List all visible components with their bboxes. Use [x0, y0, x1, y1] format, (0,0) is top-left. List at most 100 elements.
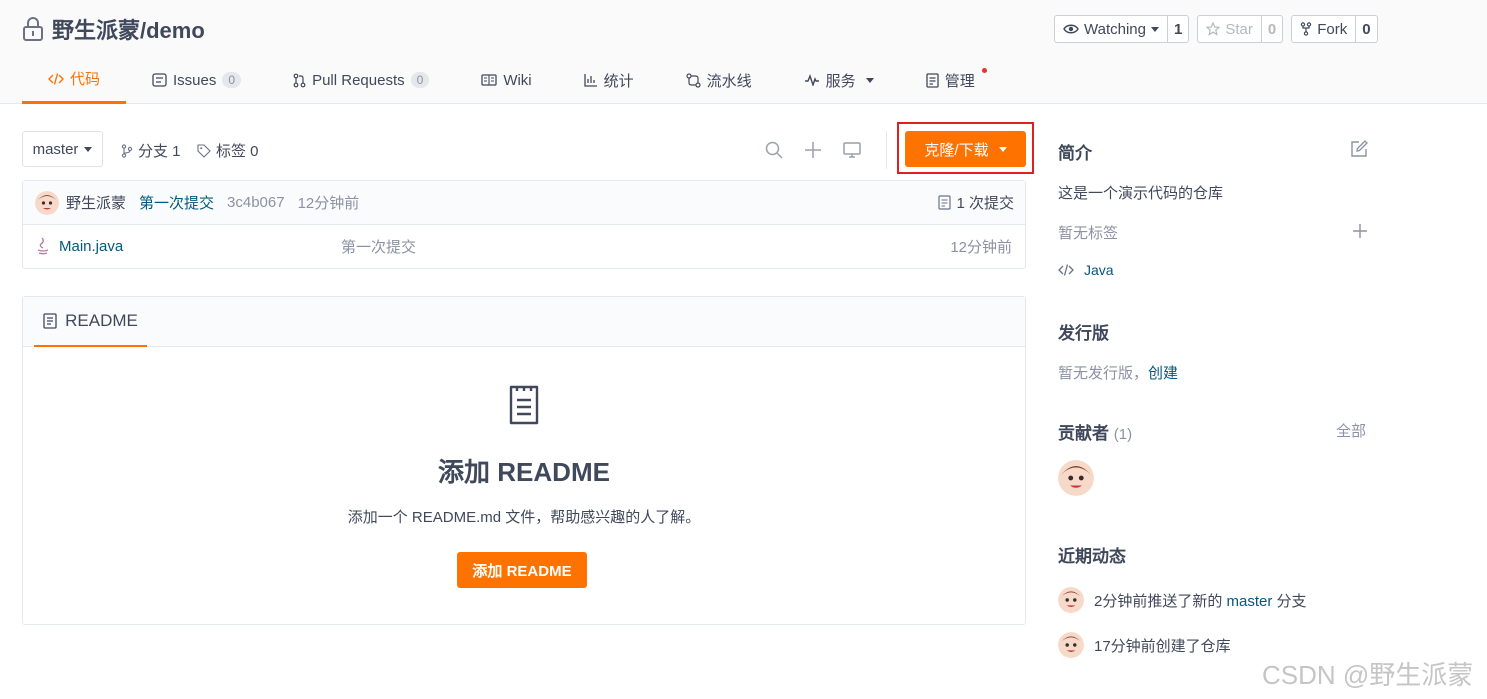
chevron-down-icon — [1150, 26, 1159, 32]
tags-link[interactable]: 标签 0 — [197, 140, 259, 161]
pulse-icon — [804, 74, 819, 86]
no-tags-text: 暂无标签 — [1058, 225, 1119, 242]
intro-heading: 简介 — [1058, 144, 1092, 163]
chevron-down-icon — [998, 146, 1007, 152]
pipeline-icon — [686, 72, 701, 88]
star-icon — [1206, 22, 1221, 36]
avatar[interactable] — [35, 190, 59, 215]
plus-icon[interactable] — [803, 140, 823, 160]
search-icon[interactable] — [764, 140, 784, 160]
branch-icon — [121, 143, 133, 158]
file-commit-message[interactable]: 第一次提交 — [341, 236, 416, 257]
commits-count-link[interactable]: 1 次提交 — [938, 192, 1014, 213]
file-list: 野生派蒙 第一次提交 3c4b067 12分钟前 1 次提交 Main.java… — [22, 180, 1026, 269]
watch-count[interactable]: 1 — [1168, 16, 1188, 42]
code-icon — [1058, 264, 1074, 276]
no-release-text: 暂无发行版， — [1058, 365, 1149, 382]
readme-header: README — [23, 297, 1025, 347]
tab-pipeline[interactable]: 流水线 — [660, 58, 778, 102]
chevron-down-icon — [84, 146, 93, 152]
wiki-icon — [481, 74, 497, 86]
tab-services[interactable]: 服务 — [778, 58, 900, 102]
branch-select[interactable]: master — [22, 131, 103, 167]
clone-download-button[interactable]: 克隆/下载 — [905, 131, 1026, 167]
branch-name: master — [32, 140, 79, 158]
web-ide-icon[interactable] — [842, 140, 862, 160]
commit-hash[interactable]: 3c4b067 — [227, 194, 285, 211]
eye-icon — [1063, 24, 1079, 34]
code-icon — [48, 72, 64, 85]
repo-name[interactable]: 野生派蒙/demo — [52, 13, 205, 45]
star-button[interactable]: Star 0 — [1197, 15, 1284, 43]
branches-label: 分支 1 — [138, 143, 181, 160]
watch-button[interactable]: Watching 1 — [1054, 15, 1190, 43]
tab-manage[interactable]: 管理 — [900, 58, 1001, 102]
activity-branch-link[interactable]: master — [1227, 593, 1273, 610]
readme-panel: README 添加 README 添加一个 README.md 文件，帮助感兴趣… — [22, 296, 1026, 625]
repo-tabs: 代码 Issues 0 Pull Requests 0 Wiki 统计 流水线 … — [22, 58, 1001, 104]
add-readme-button[interactable]: 添加 README — [457, 552, 587, 588]
chevron-down-icon — [865, 77, 874, 83]
commit-author[interactable]: 野生派蒙 — [66, 192, 126, 213]
file-name[interactable]: Main.java — [59, 238, 123, 255]
tab-code[interactable]: 代码 — [22, 58, 127, 104]
avatar[interactable] — [1058, 587, 1084, 613]
fork-button[interactable]: Fork 0 — [1291, 15, 1378, 43]
tab-readme[interactable]: README — [34, 297, 147, 347]
contributors-count: (1) — [1113, 426, 1133, 443]
edit-icon[interactable] — [1350, 140, 1368, 158]
list-item: 17分钟前创建了仓库 — [1058, 632, 1231, 658]
tab-issues[interactable]: Issues 0 — [126, 58, 267, 102]
plus-icon[interactable] — [1352, 223, 1368, 239]
repo-actions: Watching 1 Star 0 Fork 0 — [1054, 15, 1378, 43]
tab-pull-requests[interactable]: Pull Requests 0 — [267, 58, 455, 102]
commits-count: 1 次提交 — [956, 195, 1014, 212]
tags-label: 标签 0 — [216, 143, 259, 160]
branches-link[interactable]: 分支 1 — [121, 140, 181, 161]
contributors-heading: 贡献者 (1) — [1058, 419, 1132, 444]
file-commit-time: 12分钟前 — [950, 239, 1012, 256]
all-contributors-link[interactable]: 全部 — [1336, 420, 1366, 441]
readme-empty-description: 添加一个 README.md 文件，帮助感兴趣的人了解。 — [347, 509, 701, 526]
repo-description: 这是一个演示代码的仓库 — [1058, 185, 1224, 202]
chart-icon — [583, 74, 597, 87]
fork-icon — [1300, 22, 1312, 36]
tab-label: 服务 — [825, 72, 856, 90]
language-label: Java — [1084, 262, 1114, 278]
latest-commit-row: 野生派蒙 第一次提交 3c4b067 12分钟前 1 次提交 — [23, 181, 1025, 225]
language-tag[interactable]: Java — [1058, 262, 1114, 278]
tab-label: 管理 — [944, 72, 975, 90]
star-label: Star — [1225, 20, 1253, 38]
activity-text: 17分钟前创建了仓库 — [1094, 637, 1231, 655]
readme-empty-title: 添加 README — [438, 457, 610, 487]
create-release-link[interactable]: 创建 — [1148, 365, 1178, 382]
readme-tab-label: README — [65, 311, 138, 330]
tab-label: 代码 — [70, 71, 101, 88]
commit-message[interactable]: 第一次提交 — [139, 192, 214, 213]
repo-title: 野生派蒙/demo — [22, 13, 205, 45]
fork-count[interactable]: 0 — [1356, 16, 1376, 42]
avatar[interactable] — [1058, 632, 1084, 658]
tab-stats[interactable]: 统计 — [558, 58, 660, 102]
activity-heading: 近期动态 — [1058, 547, 1126, 566]
lock-icon — [23, 17, 43, 41]
tab-label: Pull Requests — [312, 71, 405, 89]
tag-icon — [197, 143, 211, 158]
clone-label: 克隆/下载 — [924, 141, 989, 159]
issues-count-badge: 0 — [222, 72, 242, 88]
notification-dot — [981, 68, 987, 73]
avatar[interactable] — [1058, 460, 1094, 496]
activity-prefix: 2分钟前推送了新的 — [1094, 592, 1227, 610]
activity-text: 2分钟前推送了新的 master 分支 — [1094, 590, 1307, 611]
pr-count-badge: 0 — [410, 72, 430, 88]
repo-header: 野生派蒙/demo Watching 1 Star 0 Fork 0 代码 Is… — [0, 0, 1487, 104]
tab-wiki[interactable]: Wiki — [455, 58, 557, 102]
tab-label: Wiki — [503, 71, 532, 89]
table-row[interactable]: Main.java 第一次提交 12分钟前 — [23, 225, 1025, 268]
no-release-line: 暂无发行版，创建 — [1058, 362, 1178, 383]
commit-time: 12分钟前 — [297, 195, 360, 212]
document-icon — [509, 385, 539, 425]
tab-label: Issues — [173, 71, 217, 89]
star-count[interactable]: 0 — [1262, 16, 1282, 42]
watermark: CSDN @野生派蒙 — [1262, 660, 1474, 690]
